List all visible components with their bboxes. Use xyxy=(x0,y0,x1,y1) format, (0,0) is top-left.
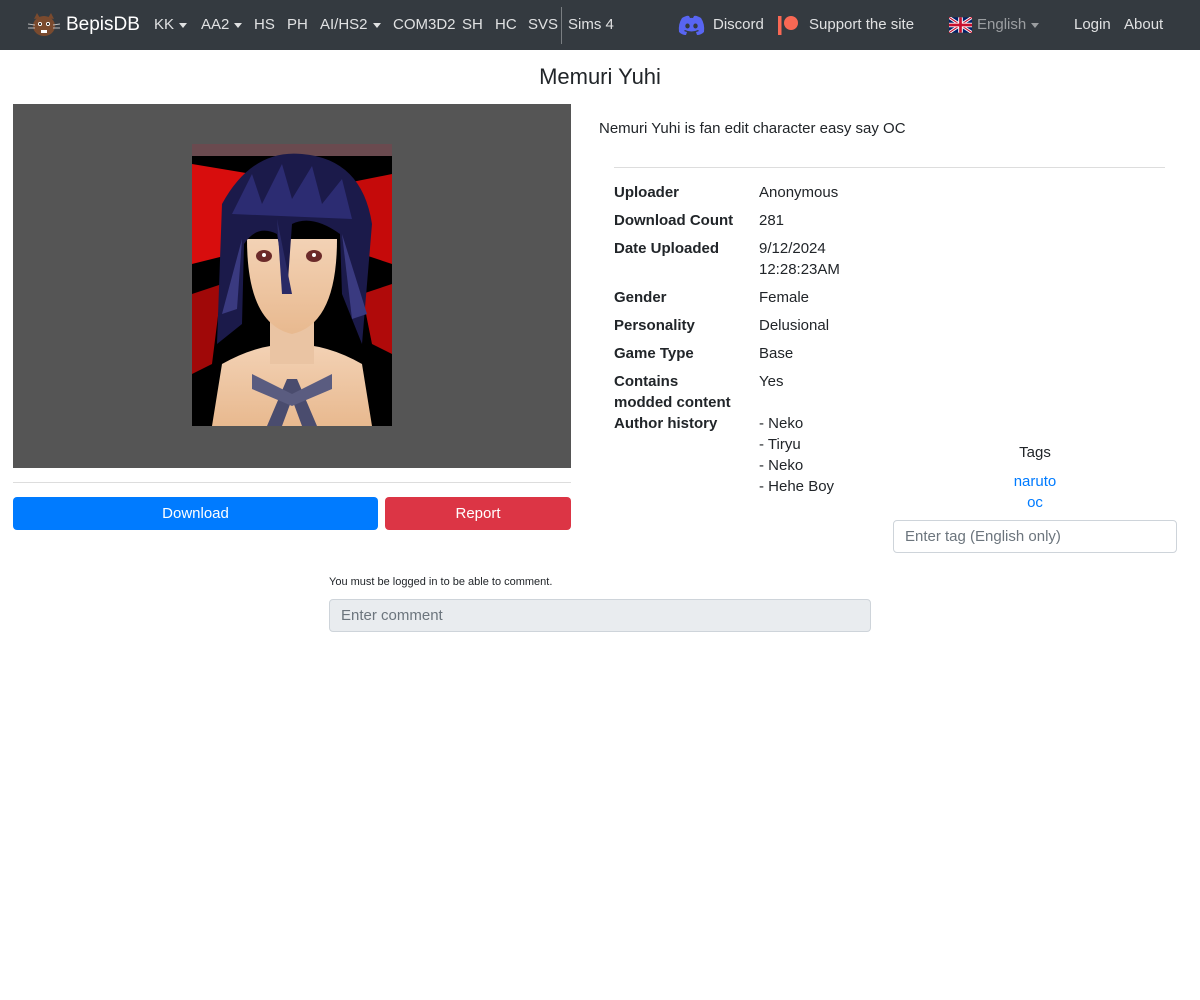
chevron-down-icon xyxy=(372,22,381,28)
download-count-label: Download Count xyxy=(614,212,734,229)
nav-com3d2[interactable]: COM3D2 xyxy=(393,0,456,50)
modded-label-line2: modded content xyxy=(614,394,731,411)
top-navbar: BepisDB KK AA2 HS PH AI/HS2 COM3D2 SH HC… xyxy=(0,0,1200,50)
support-link[interactable]: Support the site xyxy=(809,0,914,50)
nav-divider xyxy=(561,7,562,44)
personality-value: Delusional xyxy=(759,317,830,334)
card-title: Memuri Yuhi xyxy=(539,64,661,89)
date-uploaded-label: Date Uploaded xyxy=(614,240,720,257)
modded-value: Yes xyxy=(759,373,784,390)
nav-sh[interactable]: SH xyxy=(462,0,483,50)
nav-aa2[interactable]: AA2 xyxy=(201,0,243,50)
personality-label: Personality xyxy=(614,317,695,334)
divider xyxy=(614,167,1165,168)
character-preview-image xyxy=(192,144,392,426)
about-link[interactable]: About xyxy=(1124,0,1163,50)
download-button[interactable]: Download xyxy=(13,497,378,530)
nav-hs-label: HS xyxy=(254,16,275,33)
nav-ph-label: PH xyxy=(287,16,308,33)
nav-aa2-label: AA2 xyxy=(201,16,230,33)
nav-sims4[interactable]: Sims 4 xyxy=(568,0,614,50)
uk-flag-icon xyxy=(949,17,972,33)
game-type-label: Game Type xyxy=(614,345,694,362)
language-dropdown[interactable]: English xyxy=(977,0,1040,50)
chevron-down-icon xyxy=(179,22,188,28)
brand-name: BepisDB xyxy=(66,14,140,35)
download-count-value: 281 xyxy=(759,212,785,229)
nav-hc-label: HC xyxy=(495,16,517,33)
divider xyxy=(13,482,571,483)
game-type-value: Base xyxy=(759,345,794,362)
modded-label-line1: Contains xyxy=(614,373,679,390)
brand-link[interactable]: BepisDB xyxy=(28,11,140,39)
author-history-label: Author history xyxy=(614,415,718,432)
nav-hs[interactable]: HS xyxy=(254,0,275,50)
tag-input[interactable] xyxy=(893,520,1177,553)
date-uploaded-time: 12:28:23AM xyxy=(759,261,840,278)
uploader-label: Uploader xyxy=(614,184,680,201)
author-history-item: - Hehe Boy xyxy=(759,478,835,495)
nav-kk[interactable]: KK xyxy=(154,0,188,50)
card-description: Nemuri Yuhi is fan edit character easy s… xyxy=(599,120,906,137)
nav-svs[interactable]: SVS xyxy=(528,0,558,50)
nav-sh-label: SH xyxy=(462,16,483,33)
discord-icon[interactable] xyxy=(678,15,705,36)
card-image-panel xyxy=(13,104,571,468)
comment-input[interactable] xyxy=(329,599,871,632)
nav-kk-label: KK xyxy=(154,16,175,33)
tags-heading: Tags xyxy=(1019,444,1051,461)
author-history-item: - Neko xyxy=(759,457,804,474)
nav-hc[interactable]: HC xyxy=(495,0,517,50)
comment-login-note: You must be logged in to be able to comm… xyxy=(329,576,553,588)
report-button[interactable]: Report xyxy=(385,497,571,530)
tag-link-oc[interactable]: oc xyxy=(893,494,1177,511)
login-link[interactable]: Login xyxy=(1074,0,1111,50)
gender-value: Female xyxy=(759,289,810,306)
nav-ai-hs2[interactable]: AI/HS2 xyxy=(320,0,381,50)
patreon-icon[interactable] xyxy=(778,15,800,35)
language-label: English xyxy=(977,16,1027,33)
bepis-logo-icon xyxy=(28,13,60,36)
nav-sims4-label: Sims 4 xyxy=(568,16,614,33)
nav-svs-label: SVS xyxy=(528,16,559,33)
chevron-down-icon xyxy=(1031,22,1040,28)
nav-com3d2-label: COM3D2 xyxy=(393,16,456,33)
gender-label: Gender xyxy=(614,289,667,306)
author-history-item: - Neko xyxy=(759,415,804,432)
author-history-item: - Tiryu xyxy=(759,436,801,453)
uploader-value: Anonymous xyxy=(759,184,839,201)
chevron-down-icon xyxy=(234,22,243,28)
date-uploaded-date: 9/12/2024 xyxy=(759,240,826,257)
nav-ai-hs2-label: AI/HS2 xyxy=(320,16,368,33)
nav-ph[interactable]: PH xyxy=(287,0,308,50)
tag-link-naruto[interactable]: naruto xyxy=(893,473,1177,490)
discord-link[interactable]: Discord xyxy=(713,0,764,50)
